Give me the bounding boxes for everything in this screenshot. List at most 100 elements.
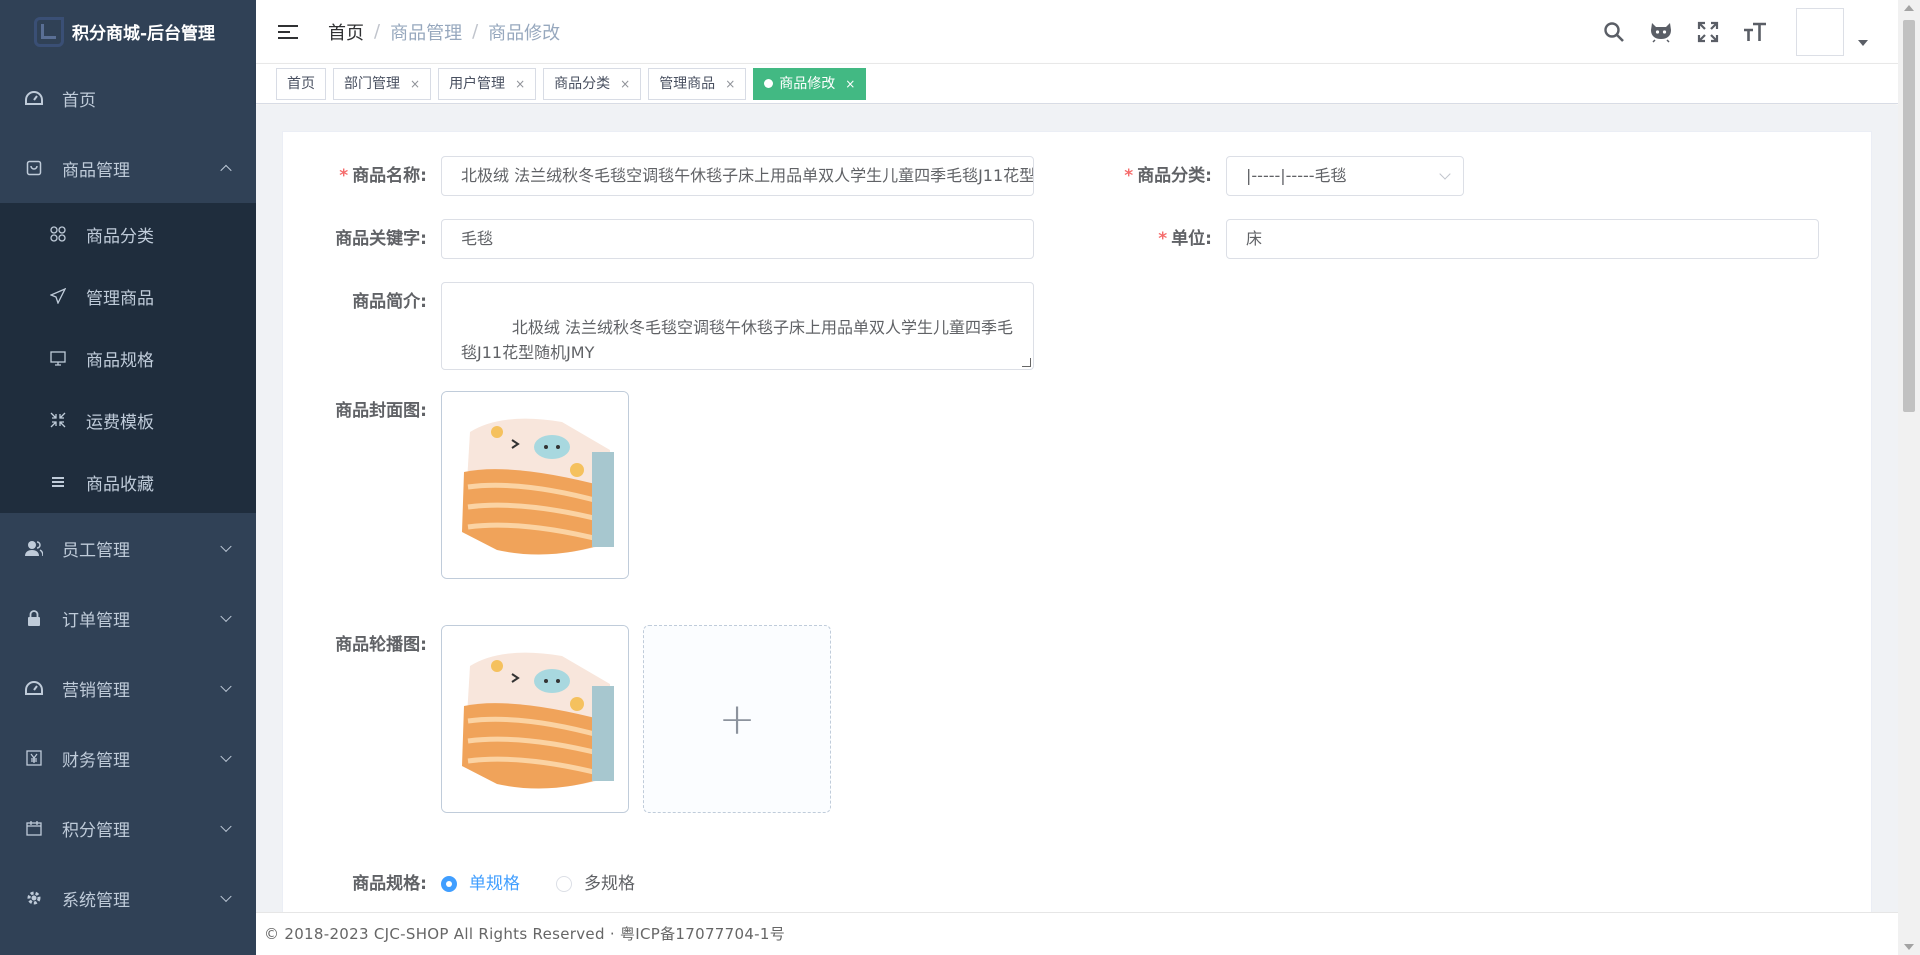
goods-submenu: 商品分类 管理商品 商品规格 运费模板 商品收藏 bbox=[0, 203, 256, 513]
scroll-down-icon[interactable] bbox=[1904, 944, 1914, 950]
required-mark: * bbox=[339, 166, 349, 186]
navbar-right bbox=[1582, 0, 1868, 64]
sidebar-item-label: 订单管理 bbox=[62, 610, 130, 631]
tag-label: 商品修改 bbox=[779, 75, 836, 92]
goods-keyword-input[interactable]: 毛毯 bbox=[441, 219, 1034, 259]
sidebar-item-marketing[interactable]: 营销管理 bbox=[0, 653, 256, 723]
dashboard-icon bbox=[24, 91, 44, 105]
shrink-icon bbox=[48, 412, 68, 428]
radio-checked-icon bbox=[441, 876, 457, 892]
breadcrumb: 首页 / 商品管理 / 商品修改 bbox=[328, 19, 560, 45]
chevron-up-icon bbox=[220, 164, 232, 177]
intro-label: 商品简介: bbox=[352, 292, 427, 312]
close-icon[interactable]: × bbox=[620, 69, 630, 99]
tag-users[interactable]: 用户管理 × bbox=[438, 67, 537, 100]
chevron-down-icon bbox=[220, 680, 232, 693]
spec-single-radio[interactable]: 单规格 bbox=[441, 864, 520, 904]
page-scrollbar[interactable] bbox=[1898, 0, 1920, 955]
navbar: 首页 / 商品管理 / 商品修改 bbox=[256, 0, 1898, 64]
sidebar-item-goods-category[interactable]: 商品分类 bbox=[0, 203, 256, 265]
logo[interactable]: 积分商城-后台管理 bbox=[0, 0, 256, 63]
tag-label: 部门管理 bbox=[344, 75, 400, 92]
tag-goods-edit[interactable]: 商品修改 × bbox=[753, 67, 867, 100]
sidebar-item-label: 管理商品 bbox=[86, 288, 154, 309]
sidebar-item-label: 商品管理 bbox=[62, 160, 130, 181]
form-row-cover: 商品封面图: bbox=[283, 391, 629, 579]
chevron-down-icon bbox=[220, 750, 232, 763]
sidebar-item-label: 系统管理 bbox=[62, 890, 130, 911]
sidebar-item-label: 商品分类 bbox=[86, 226, 154, 247]
lock-icon bbox=[24, 610, 44, 626]
github-icon[interactable] bbox=[1646, 17, 1676, 47]
sidebar-item-staff[interactable]: 员工管理 bbox=[0, 513, 256, 583]
close-icon[interactable]: × bbox=[410, 69, 420, 99]
cover-label: 商品封面图: bbox=[335, 401, 427, 421]
sidebar-item-goods-manage[interactable]: 管理商品 bbox=[0, 265, 256, 327]
form-row-category: * 商品分类: |-----|-----毛毯 bbox=[1068, 156, 1464, 196]
goods-intro-textarea[interactable]: 北极绒 法兰绒秋冬毛毯空调毯午休毯子床上用品单双人学生儿童四季毛毯J11花型随机… bbox=[441, 282, 1034, 370]
sidebar-item-orders[interactable]: 订单管理 bbox=[0, 583, 256, 653]
upload-button[interactable]: + bbox=[643, 625, 831, 813]
tag-goods-manage[interactable]: 管理商品 × bbox=[648, 67, 747, 100]
monitor-icon bbox=[48, 350, 68, 366]
tag-label: 管理商品 bbox=[659, 75, 716, 92]
resize-handle-icon[interactable] bbox=[1022, 358, 1031, 367]
goods-icon bbox=[24, 160, 44, 176]
spec-multi-radio[interactable]: 多规格 bbox=[556, 864, 635, 904]
breadcrumb-item: 商品修改 bbox=[488, 22, 561, 44]
hamburger-icon[interactable] bbox=[278, 21, 298, 43]
sidebar-item-shipping-template[interactable]: 运费模板 bbox=[0, 389, 256, 451]
goods-name-input[interactable]: 北极绒 法兰绒秋冬毛毯空调毯午休毯子床上用品单双人学生儿童四季毛毯J11花型随机… bbox=[441, 156, 1034, 196]
tags-view: 首页 部门管理 × 用户管理 × 商品分类 × 管理商品 × 商品修改 × bbox=[256, 64, 1898, 104]
tag-department[interactable]: 部门管理 × bbox=[333, 67, 432, 100]
scrollbar-thumb[interactable] bbox=[1903, 20, 1915, 412]
breadcrumb-separator: / bbox=[472, 21, 479, 42]
required-mark: * bbox=[1124, 166, 1134, 186]
goods-edit-form: * 商品名称: 北极绒 法兰绒秋冬毛毯空调毯午休毯子床上用品单双人学生儿童四季毛毯… bbox=[282, 131, 1872, 912]
sidebar-item-home[interactable]: 首页 bbox=[0, 63, 256, 133]
cover-image[interactable] bbox=[441, 391, 629, 579]
avatar[interactable] bbox=[1796, 8, 1844, 56]
tag-label: 商品分类 bbox=[554, 75, 611, 92]
calendar-icon bbox=[24, 820, 44, 836]
sidebar-item-label: 财务管理 bbox=[62, 750, 130, 771]
sidebar-item-label: 营销管理 bbox=[62, 680, 130, 701]
sidebar-item-points[interactable]: 积分管理 bbox=[0, 793, 256, 863]
close-icon[interactable]: × bbox=[515, 69, 525, 99]
form-row-intro: 商品简介: 北极绒 法兰绒秋冬毛毯空调毯午休毯子床上用品单双人学生儿童四季毛毯J… bbox=[283, 282, 1034, 370]
scroll-up-icon[interactable] bbox=[1904, 5, 1914, 11]
sidebar-item-goods-spec[interactable]: 商品规格 bbox=[0, 327, 256, 389]
keyword-label: 商品关键字: bbox=[335, 229, 427, 249]
app-title: 积分商城-后台管理 bbox=[72, 24, 216, 44]
gear-icon bbox=[24, 890, 44, 906]
font-size-icon[interactable] bbox=[1740, 17, 1770, 47]
goods-unit-input[interactable]: 床 bbox=[1226, 219, 1819, 259]
send-icon bbox=[48, 288, 68, 304]
sidebar-item-finance[interactable]: 财务管理 bbox=[0, 723, 256, 793]
fullscreen-icon[interactable] bbox=[1693, 17, 1723, 47]
category-label: * 商品分类: bbox=[1124, 166, 1212, 186]
chevron-down-icon bbox=[220, 820, 232, 833]
sidebar-item-goods-favorite[interactable]: 商品收藏 bbox=[0, 451, 256, 513]
close-icon[interactable]: × bbox=[725, 69, 735, 99]
sidebar-item-goods[interactable]: 商品管理 bbox=[0, 133, 256, 203]
slider-image[interactable] bbox=[441, 625, 629, 813]
tag-home[interactable]: 首页 bbox=[276, 67, 326, 100]
intro-text: 北极绒 法兰绒秋冬毛毯空调毯午休毯子床上用品单双人学生儿童四季毛毯J11花型随机… bbox=[461, 318, 1013, 362]
sidebar-item-label: 首页 bbox=[62, 90, 96, 111]
form-row-unit: * 单位: 床 bbox=[1068, 219, 1819, 259]
breadcrumb-separator: / bbox=[374, 21, 381, 42]
close-icon[interactable]: × bbox=[845, 69, 855, 99]
content-area: * 商品名称: 北极绒 法兰绒秋冬毛毯空调毯午休毯子床上用品单双人学生儿童四季毛毯… bbox=[256, 105, 1898, 912]
dashboard-icon bbox=[24, 681, 44, 695]
name-label: * 商品名称: bbox=[339, 166, 427, 186]
chevron-down-icon bbox=[220, 890, 232, 903]
tag-goods-category[interactable]: 商品分类 × bbox=[543, 67, 642, 100]
sidebar-item-label: 商品规格 bbox=[86, 350, 154, 371]
breadcrumb-item[interactable]: 首页 bbox=[328, 19, 364, 45]
radio-label: 单规格 bbox=[469, 874, 520, 894]
goods-category-select[interactable]: |-----|-----毛毯 bbox=[1226, 156, 1464, 196]
search-icon[interactable] bbox=[1599, 17, 1629, 47]
sidebar-item-system[interactable]: 系统管理 bbox=[0, 863, 256, 933]
caret-down-icon[interactable] bbox=[1858, 40, 1868, 46]
